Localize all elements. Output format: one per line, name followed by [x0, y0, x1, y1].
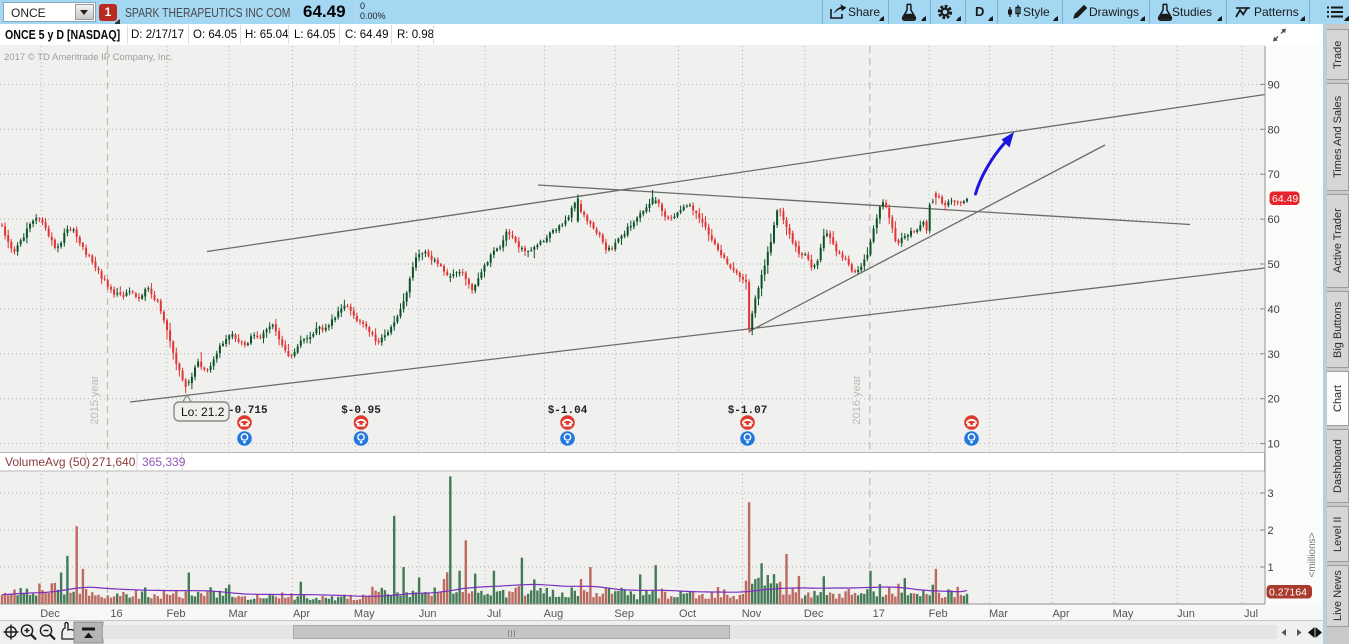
svg-text:Apr: Apr [1052, 608, 1069, 620]
svg-text:70: 70 [1268, 169, 1280, 181]
svg-text:Sep: Sep [614, 608, 634, 620]
svg-text:17: 17 [873, 608, 885, 620]
svg-text:1: 1 [1268, 562, 1274, 574]
svg-text:<millions>: <millions> [1307, 532, 1318, 577]
svg-text:Aug: Aug [544, 608, 564, 620]
svg-text:40: 40 [1268, 304, 1280, 316]
svg-text:0.27164: 0.27164 [1269, 587, 1307, 599]
svg-text:64.49: 64.49 [1272, 193, 1298, 205]
svg-text:Dec: Dec [804, 608, 824, 620]
svg-text:271,640: 271,640 [92, 455, 136, 469]
svg-text:Feb: Feb [929, 608, 948, 620]
svg-text:Feb: Feb [167, 608, 186, 620]
svg-text:10: 10 [1268, 439, 1280, 451]
svg-text:$-0.95: $-0.95 [341, 405, 381, 417]
svg-text:May: May [1113, 608, 1134, 620]
svg-text:80: 80 [1268, 124, 1280, 136]
svg-text:60: 60 [1268, 214, 1280, 226]
svg-text:3: 3 [1268, 488, 1274, 500]
svg-text:$-1.04: $-1.04 [548, 405, 588, 417]
svg-text:Oct: Oct [679, 608, 696, 620]
svg-text:Lo: 21.2: Lo: 21.2 [181, 405, 225, 419]
svg-text:2017 © TD Ameritrade IP Compan: 2017 © TD Ameritrade IP Company, Inc. [4, 52, 173, 63]
svg-text:VolumeAvg (50): VolumeAvg (50) [5, 455, 90, 469]
svg-text:30: 30 [1268, 349, 1280, 361]
svg-text:365,339: 365,339 [142, 455, 186, 469]
svg-text:Mar: Mar [229, 608, 248, 620]
svg-text:2016 year: 2016 year [851, 375, 863, 424]
svg-text:2015 year: 2015 year [89, 375, 101, 424]
svg-text:Jul: Jul [1244, 608, 1258, 620]
svg-text:Dec: Dec [40, 608, 60, 620]
svg-text:Jul: Jul [487, 608, 501, 620]
svg-text:2: 2 [1268, 525, 1274, 537]
svg-text:16: 16 [110, 608, 122, 620]
svg-text:Mar: Mar [989, 608, 1008, 620]
svg-text:20: 20 [1268, 394, 1280, 406]
svg-text:Nov: Nov [742, 608, 762, 620]
svg-text:Jun: Jun [1177, 608, 1195, 620]
svg-text:50: 50 [1268, 259, 1280, 271]
svg-text:90: 90 [1268, 79, 1280, 91]
svg-text:Apr: Apr [293, 608, 310, 620]
svg-text:May: May [354, 608, 375, 620]
svg-text:Jun: Jun [419, 608, 437, 620]
